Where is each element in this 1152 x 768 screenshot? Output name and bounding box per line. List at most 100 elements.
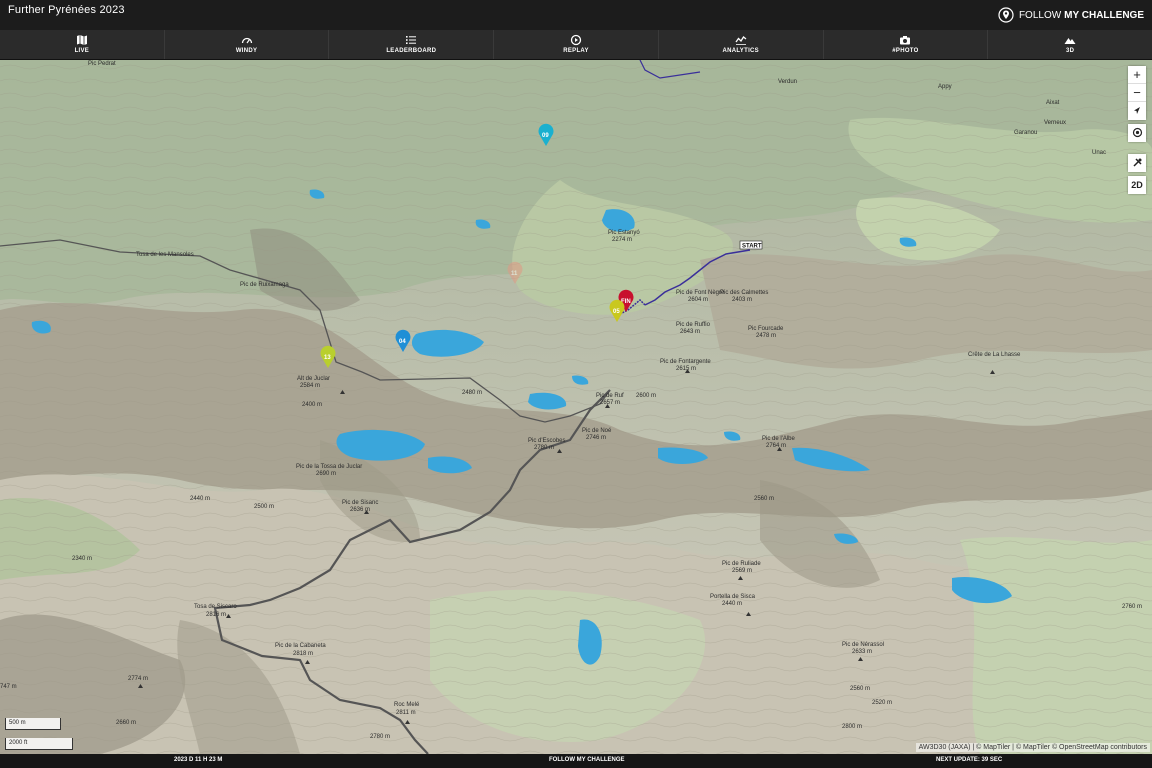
tab-photo-label: #PHOTO [892, 48, 919, 54]
brand-prefix: FOLLOW [1018, 9, 1062, 21]
target-icon [1132, 127, 1142, 138]
elevation-label: 2500 m [254, 504, 274, 510]
app-title: Further Pyrénées 2023 [8, 4, 125, 16]
place-label: Verneux [1044, 120, 1066, 126]
tab-windy[interactable]: WINDY [165, 30, 330, 59]
next-update: NEXT UPDATE: 39 SEC [936, 757, 1003, 763]
peak-elev: 2690 m [316, 471, 336, 477]
compass-button[interactable] [1128, 102, 1146, 120]
elevation-label: 2774 m [128, 676, 148, 682]
footer-brand[interactable]: FOLLOW MY CHALLENGE [549, 757, 625, 763]
peak-name: Pic de Sisanc [342, 500, 378, 506]
tab-leaderboard-label: LEADERBOARD [386, 48, 437, 54]
map-attribution[interactable]: AW3D30 (JAXA) | © MapTiler | © MapTiler … [915, 743, 1150, 752]
peak-name: Pic Pedrat [88, 61, 116, 67]
peak-name: Pic d'Escobes [528, 438, 566, 444]
peak-elev: 2440 m [722, 601, 742, 607]
zoom-controls: + − [1128, 66, 1146, 120]
elevation-label: 2560 m [754, 496, 774, 502]
scale-bar-imperial: 2000 ft [5, 738, 73, 750]
peak-elev: 2569 m [732, 568, 752, 574]
tab-photo[interactable]: #PHOTO [824, 30, 989, 59]
peak-name: Pic de Font Nègre [676, 290, 725, 296]
elevation-label: 2440 m [190, 496, 210, 502]
start-label: START [742, 244, 762, 250]
peak-elev: 2584 m [300, 383, 320, 389]
compass-icon [1133, 107, 1140, 114]
marker-label: 04 [399, 339, 406, 345]
replay-icon [570, 34, 582, 46]
tab-live[interactable]: LIVE [0, 30, 165, 59]
view-mode-control: 2D [1128, 176, 1146, 194]
peak-name: Portella de Sisca [710, 594, 756, 600]
peak-name: Pic Estanyó [608, 230, 640, 236]
peak-elev: 2657 m [600, 400, 620, 406]
elevation-label: 2340 m [72, 556, 92, 562]
peak-name: Pic de Ruliade [722, 561, 761, 567]
peak-elev: 2604 m [688, 297, 708, 303]
peak-name: Pic de Ruf [596, 393, 624, 399]
elevation-label: 2520 m [872, 700, 892, 706]
tab-analytics[interactable]: ANALYTICS [659, 30, 824, 59]
peak-name: Pic de Noé [582, 428, 612, 434]
analytics-icon [735, 36, 747, 45]
camera-icon [900, 36, 911, 45]
tab-leaderboard[interactable]: LEADERBOARD [329, 30, 495, 59]
list-icon [406, 36, 417, 44]
tab-replay[interactable]: REPLAY [494, 30, 659, 59]
zoom-out-button[interactable]: − [1128, 84, 1146, 102]
tab-live-label: LIVE [74, 48, 90, 54]
place-label: Unac [1092, 150, 1106, 156]
status-footer: 2023 D 11 H 23 M FOLLOW MY CHALLENGE NEX… [0, 754, 1152, 768]
tab-3d[interactable]: 3D [988, 30, 1152, 59]
terrain-map[interactable]: START 09 04 13 FIN 05 11 Verdun Aixat Ve… [0, 60, 1152, 754]
peak-elev: 2780 m [534, 445, 554, 451]
map-icon [76, 35, 87, 45]
peak-name: Roc Melé [394, 702, 420, 708]
marker-label: 09 [542, 133, 549, 139]
elevation-label: 2760 m [1122, 604, 1142, 610]
locate-control [1128, 124, 1146, 142]
peak-elev: 2746 m [586, 435, 606, 441]
elevation-label: 2600 m [636, 393, 656, 399]
scale-metric-label: 500 m [9, 720, 26, 726]
elevation-label: 2480 m [462, 390, 482, 396]
marker-label: 11 [511, 271, 518, 277]
toggle-2d-button[interactable]: 2D [1128, 176, 1146, 194]
place-label: Crête de La Lhasse [968, 352, 1021, 358]
tools-control [1128, 154, 1146, 172]
locate-button[interactable] [1128, 124, 1146, 142]
tab-3d-label: 3D [1066, 48, 1075, 54]
peak-name: Tosa de les Mansoles [136, 252, 194, 258]
tab-windy-label: WINDY [235, 48, 258, 54]
place-label: Verdun [778, 79, 797, 85]
peak-name: Pic de la Tossa de Juclar [296, 464, 362, 470]
tab-analytics-label: ANALYTICS [722, 48, 759, 54]
elevation-label: 747 m [0, 684, 17, 690]
tab-replay-label: REPLAY [563, 48, 589, 54]
zoom-in-button[interactable]: + [1128, 66, 1146, 84]
peak-elev: 2816 m [206, 612, 226, 618]
marker-label: 13 [324, 355, 331, 361]
peak-elev: 2643 m [680, 329, 700, 335]
elapsed-time: 2023 D 11 H 23 M [174, 757, 223, 763]
peak-elev: 2274 m [612, 237, 632, 243]
brand-logo[interactable]: FOLLOW MY CHALLENGE [998, 7, 1144, 23]
top-bar: Further Pyrénées 2023 FOLLOW MY CHALLENG… [0, 0, 1152, 30]
peak-elev: 2633 m [852, 649, 872, 655]
peak-name: Pic de Ruixamaga [240, 282, 289, 288]
peak-name: Pic de Fontargente [660, 359, 711, 365]
mountain-icon [1064, 38, 1076, 44]
peak-name: Pic de la Cabaneta [275, 643, 326, 649]
peak-elev: 2764 m [766, 443, 786, 449]
start-marker[interactable]: START [739, 240, 763, 250]
map-pin-icon [998, 7, 1014, 23]
peak-name: Pic de Ruffio [676, 322, 711, 328]
peak-elev: 2615 m [676, 366, 696, 372]
brand-name: MY CHALLENGE [1064, 9, 1144, 21]
peak-name: Tosa de Siscaro [194, 604, 237, 610]
peak-name: Pic Fourcade [748, 326, 784, 332]
gauge-icon [241, 37, 252, 44]
place-label: Garanou [1014, 130, 1037, 136]
tools-button[interactable] [1128, 154, 1146, 172]
